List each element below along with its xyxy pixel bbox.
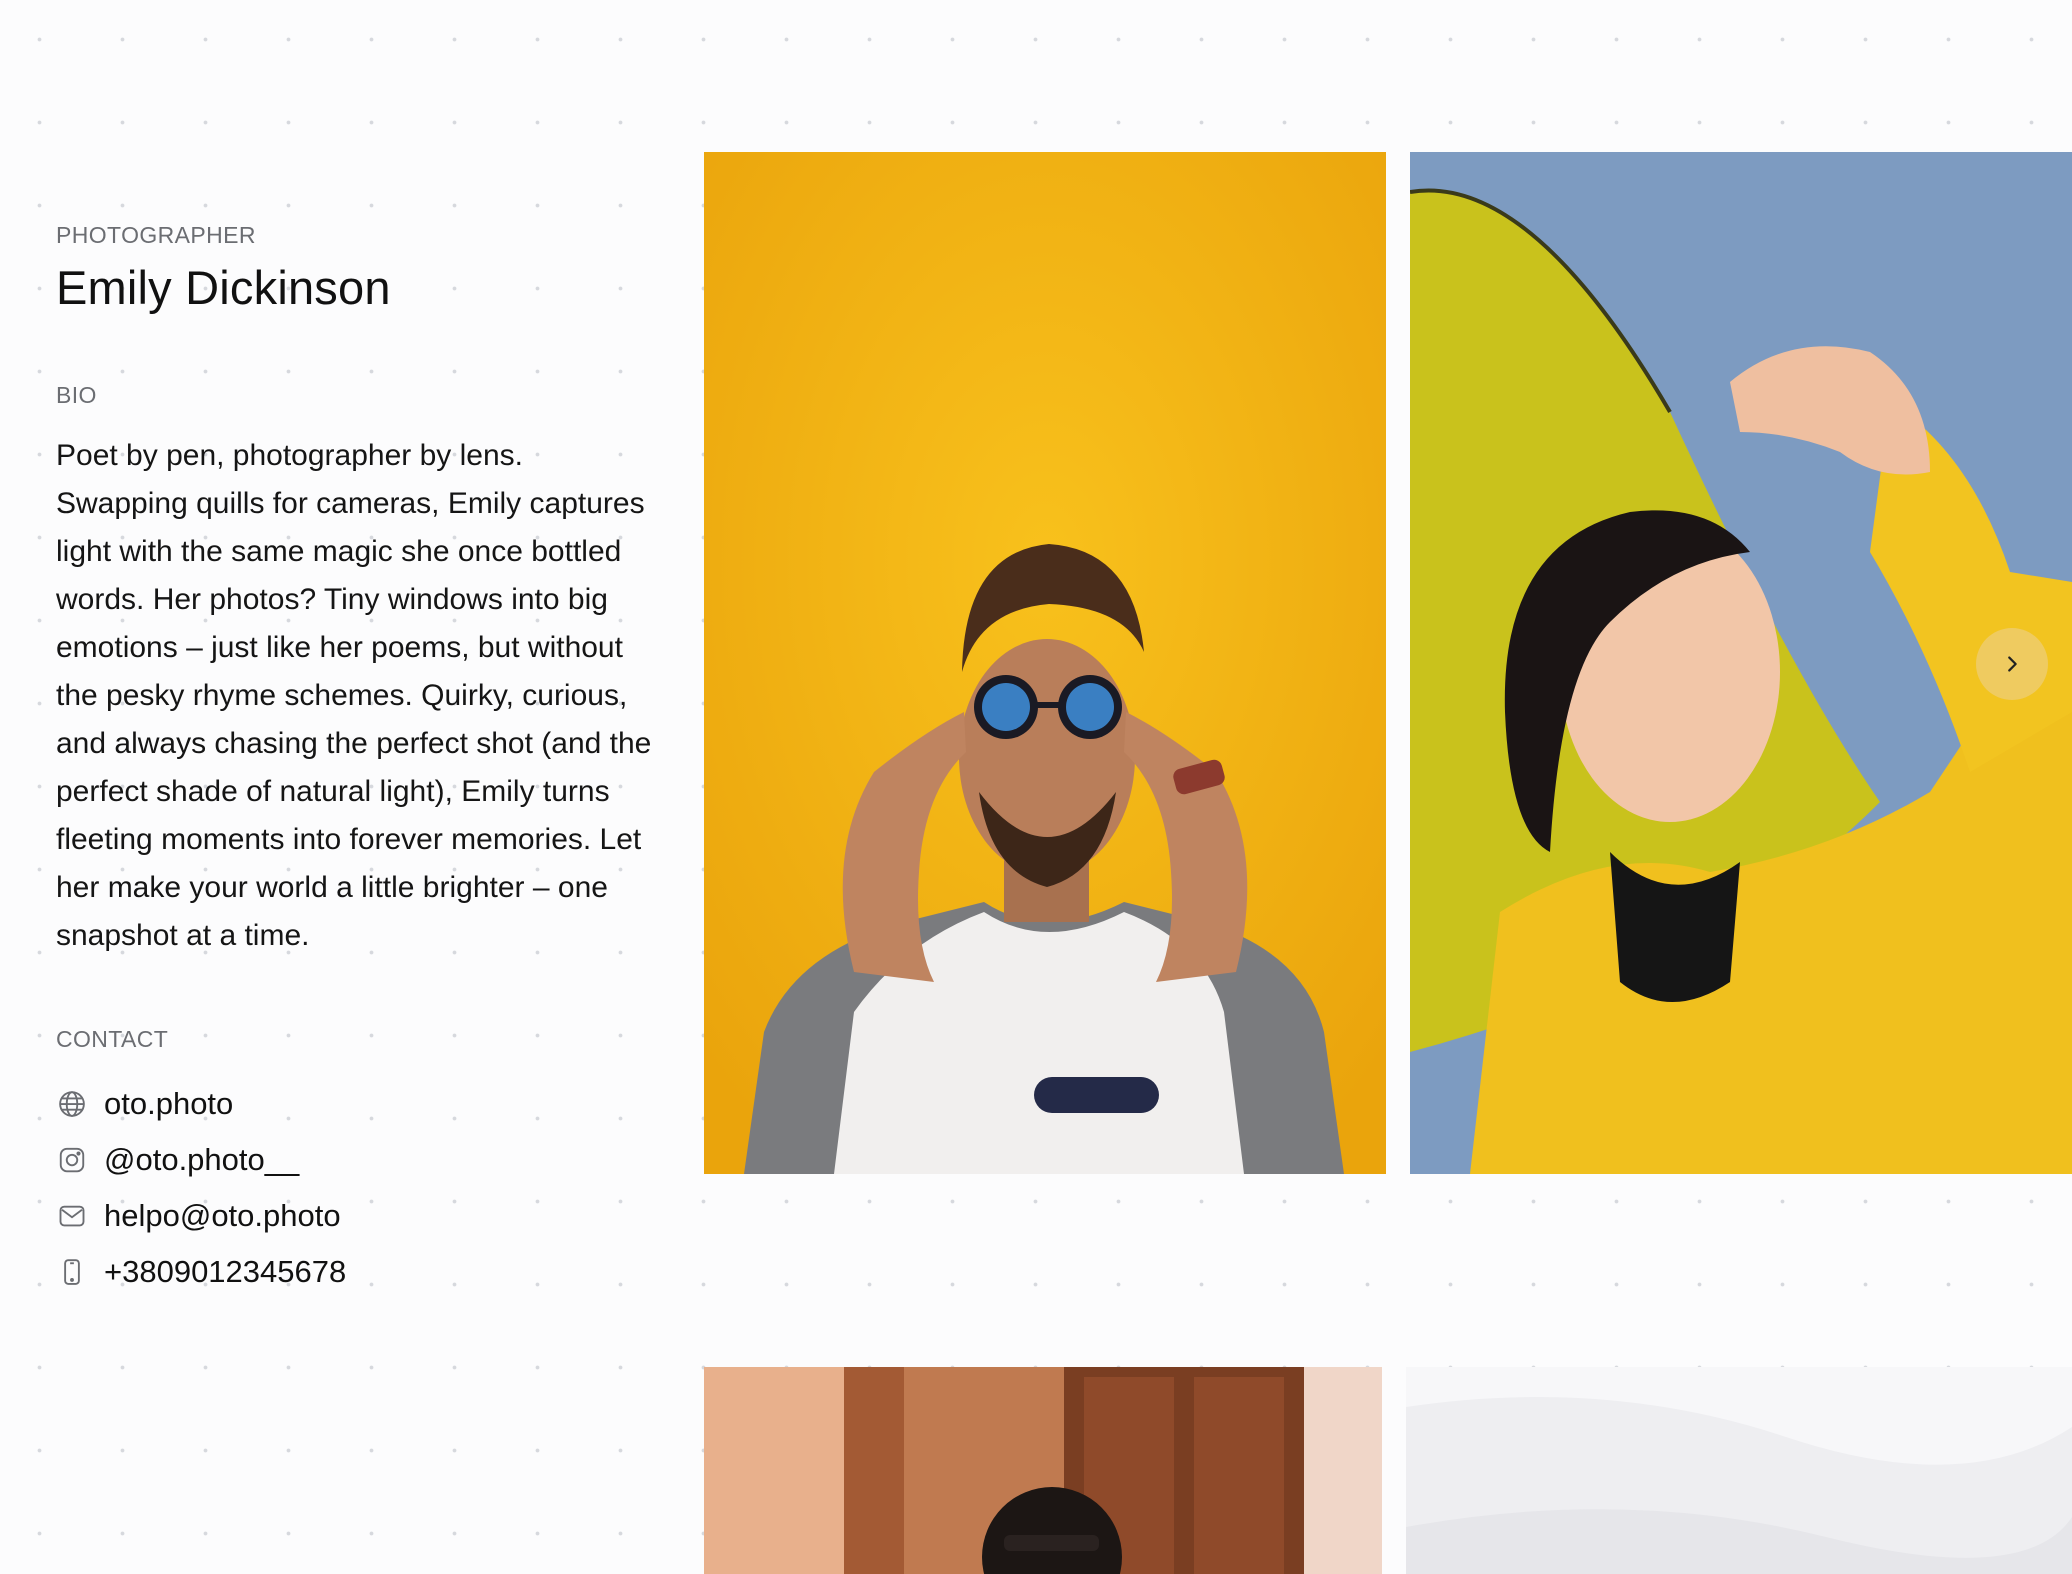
photo-man-sunglasses-art: [704, 152, 1386, 1174]
chevron-right-icon: [2001, 653, 2023, 675]
contact-website-text: oto.photo: [104, 1086, 234, 1121]
phone-icon: [56, 1256, 88, 1288]
photographer-name: Emily Dickinson: [56, 261, 391, 314]
contact-instagram-text: @oto.photo__: [104, 1142, 300, 1177]
mail-icon: [56, 1200, 88, 1232]
contact-list: oto.photo @oto.photo__ helpo@oto.photo +…: [56, 1076, 656, 1300]
portfolio-page: PHOTOGRAPHER Emily Dickinson BIO Poet by…: [0, 0, 2072, 1574]
contact-instagram-link[interactable]: @oto.photo__: [56, 1132, 656, 1188]
instagram-icon: [56, 1144, 88, 1176]
contact-phone-text: +3809012345678: [104, 1254, 347, 1289]
gallery-photo-woman-door[interactable]: [704, 1367, 1382, 1574]
photo-woman-umbrella-art: [1410, 152, 2072, 1174]
contact-email-link[interactable]: helpo@oto.photo: [56, 1188, 656, 1244]
globe-icon: [56, 1088, 88, 1120]
gallery-next-button[interactable]: [1976, 628, 2048, 700]
photo-woman-door-art: [704, 1367, 1382, 1574]
gallery-photo-man-sunglasses[interactable]: [704, 152, 1386, 1174]
bio-label: BIO: [56, 382, 97, 408]
bio-text: Poet by pen, photographer by lens. Swapp…: [56, 439, 652, 952]
contact-phone-link[interactable]: +3809012345678: [56, 1244, 656, 1300]
gallery-photo-white-fabric[interactable]: [1406, 1367, 2072, 1574]
contact-label: CONTACT: [56, 1026, 169, 1052]
contact-website-link[interactable]: oto.photo: [56, 1076, 656, 1132]
contact-email-text: helpo@oto.photo: [104, 1198, 341, 1233]
photo-white-fabric-art: [1406, 1367, 2072, 1574]
profile-sidebar: PHOTOGRAPHER Emily Dickinson BIO Poet by…: [56, 220, 656, 1300]
gallery-photo-woman-umbrella[interactable]: [1410, 152, 2072, 1174]
role-label: PHOTOGRAPHER: [56, 222, 256, 248]
